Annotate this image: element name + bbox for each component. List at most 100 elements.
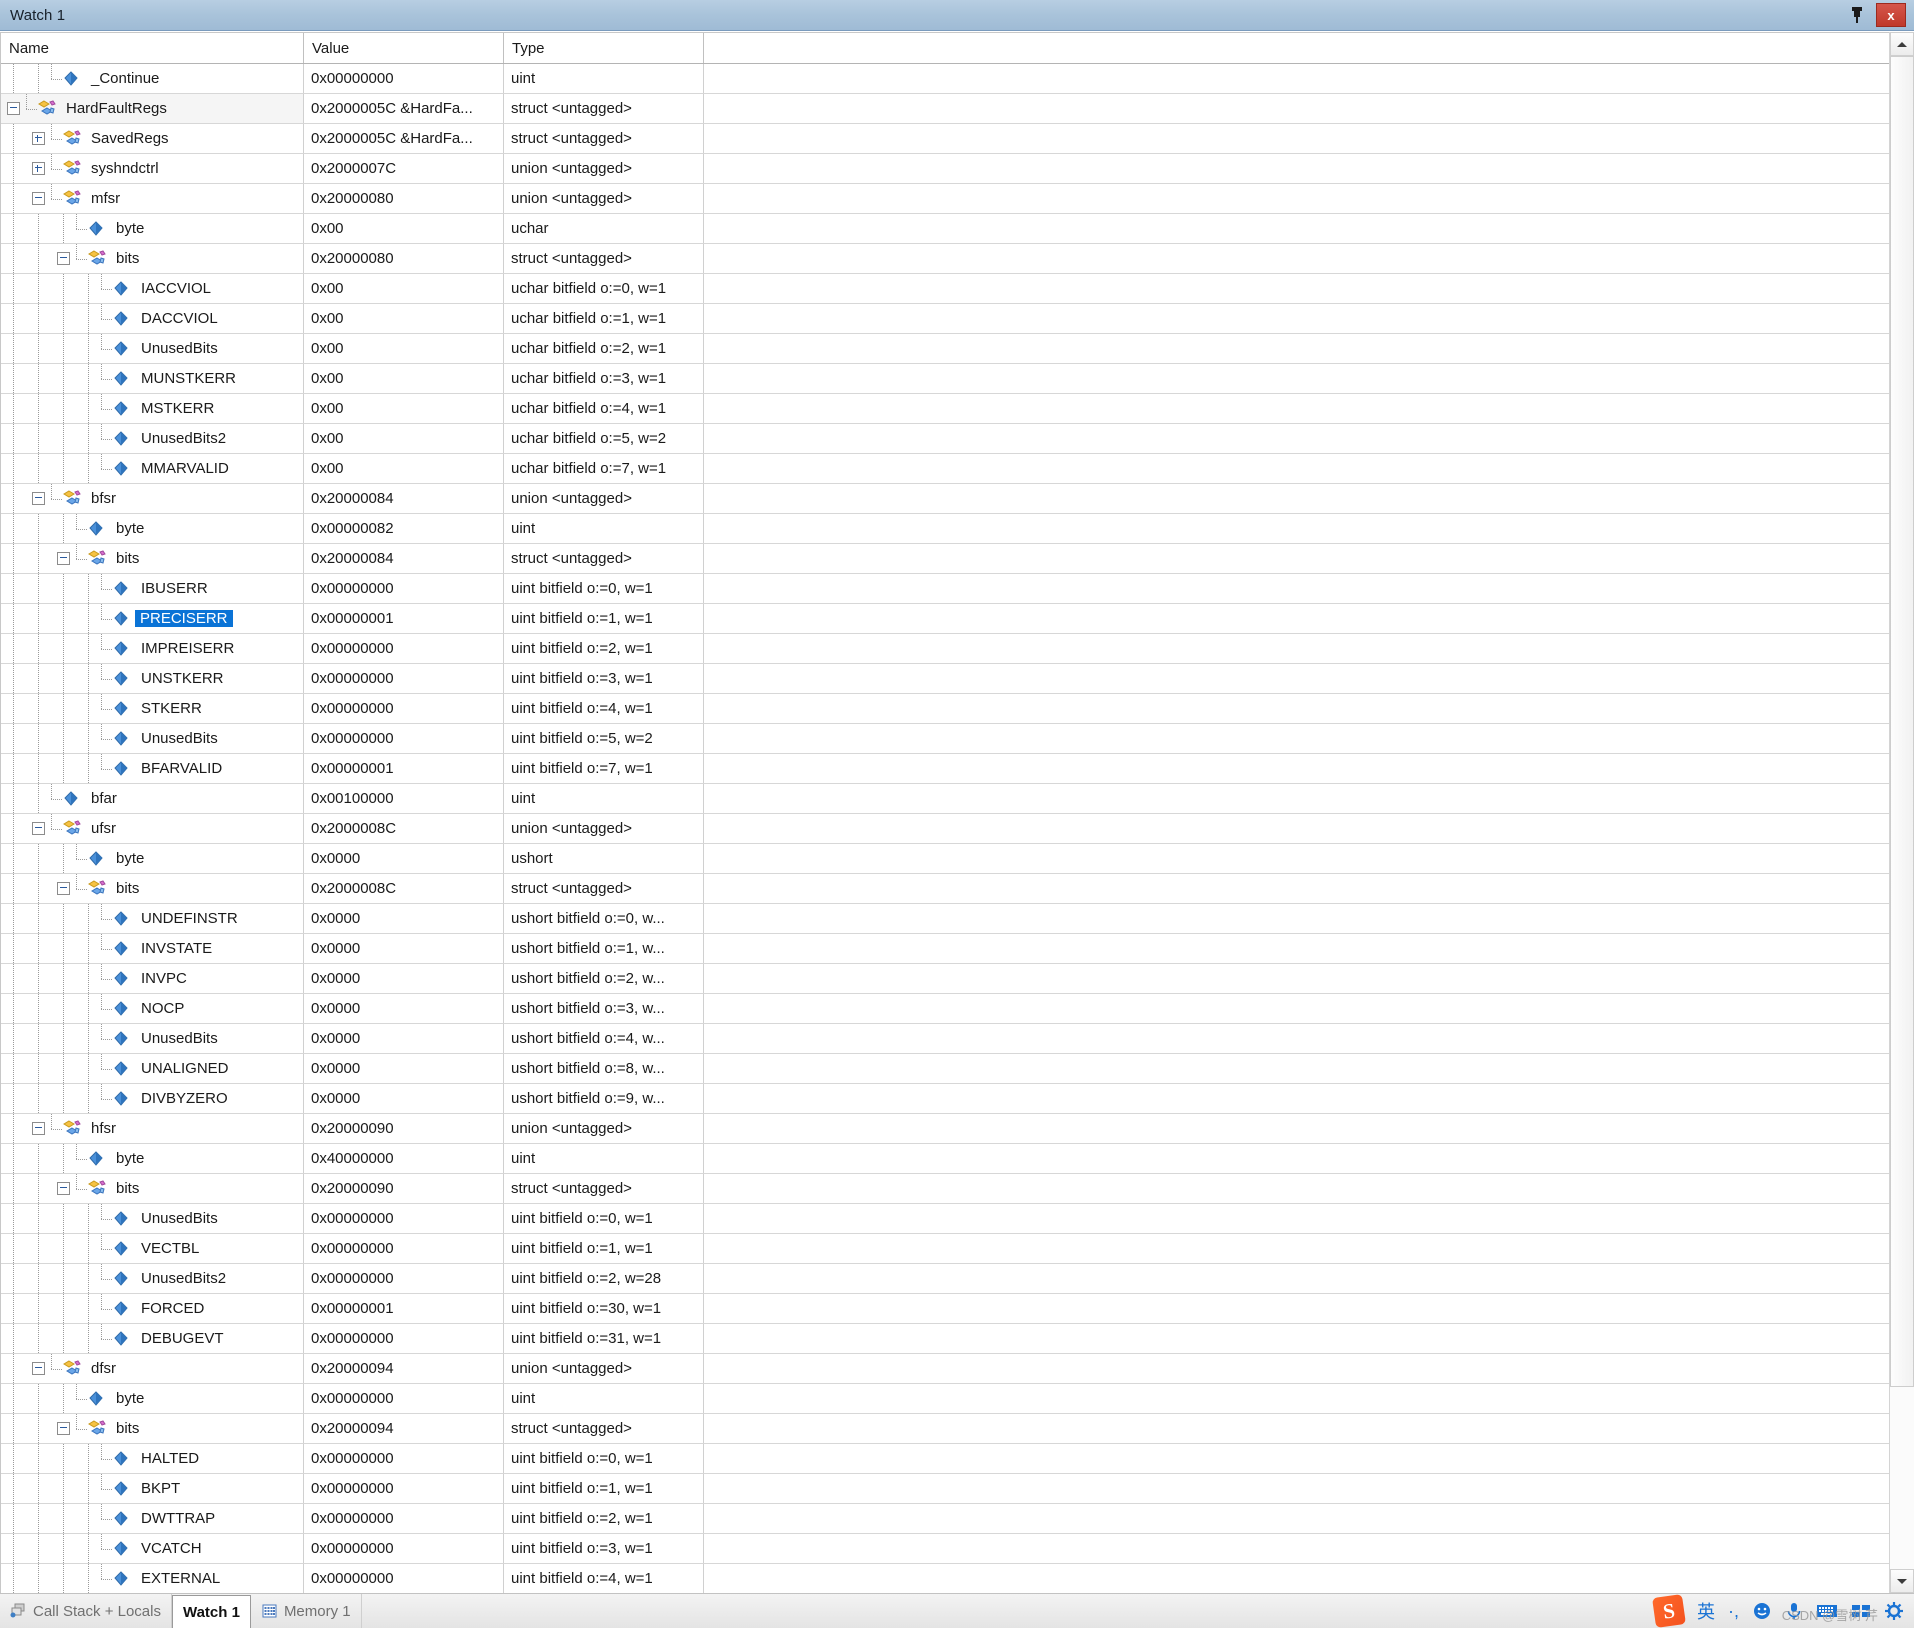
cell-name[interactable]: IACCVIOL xyxy=(1,274,304,303)
table-row[interactable]: UnusedBits 0x00000000 uint bitfield o:=0, … xyxy=(1,1204,1889,1234)
collapse-toggle-icon[interactable] xyxy=(26,1354,51,1383)
cell-name[interactable]: HALTED xyxy=(1,1444,304,1473)
table-row[interactable]: HardFaultRegs 0x2000005C &HardFa... struct… xyxy=(1,94,1889,124)
cell-value[interactable]: 0x00000000 xyxy=(304,1384,504,1413)
cell-name[interactable]: PRECISERR xyxy=(1,604,304,633)
cell-value[interactable]: 0x00100000 xyxy=(304,784,504,813)
cell-value[interactable]: 0x20000080 xyxy=(304,184,504,213)
cell-value[interactable]: 0x40000000 xyxy=(304,1144,504,1173)
cell-value[interactable]: 0x00000000 xyxy=(304,1444,504,1473)
expand-toggle-icon[interactable] xyxy=(26,124,51,153)
cell-value[interactable]: 0x00000000 xyxy=(304,1564,504,1593)
vertical-scrollbar[interactable] xyxy=(1889,32,1914,1593)
scroll-up-button[interactable] xyxy=(1890,32,1914,56)
table-row[interactable]: FORCED 0x00000001 uint bitfield o:=30, w=1 xyxy=(1,1294,1889,1324)
cell-name[interactable]: HardFaultRegs xyxy=(1,94,304,123)
collapse-toggle-icon[interactable] xyxy=(51,544,76,573)
cell-name[interactable]: mfsr xyxy=(1,184,304,213)
table-row[interactable]: IACCVIOL 0x00 uchar bitfield o:=0, w=1 xyxy=(1,274,1889,304)
cell-name[interactable]: IMPREISERR xyxy=(1,634,304,663)
table-row[interactable]: UNSTKERR 0x00000000 uint bitfield o:=3, w=… xyxy=(1,664,1889,694)
cell-value[interactable]: 0x00000001 xyxy=(304,1294,504,1323)
cell-name[interactable]: bfar xyxy=(1,784,304,813)
table-row[interactable]: DIVBYZERO 0x0000 ushort bitfield o:=9, w..… xyxy=(1,1084,1889,1114)
ime-punctuation-icon[interactable]: ·, xyxy=(1728,1601,1739,1622)
table-row[interactable]: MSTKERR 0x00 uchar bitfield o:=4, w=1 xyxy=(1,394,1889,424)
table-row[interactable]: INVPC 0x0000 ushort bitfield o:=2, w... xyxy=(1,964,1889,994)
table-row[interactable]: byte 0x00 uchar xyxy=(1,214,1889,244)
cell-name[interactable]: MSTKERR xyxy=(1,394,304,423)
cell-name[interactable]: DEBUGEVT xyxy=(1,1324,304,1353)
expand-toggle-icon[interactable] xyxy=(26,154,51,183)
cell-name[interactable]: UnusedBits2 xyxy=(1,424,304,453)
cell-value[interactable]: 0x20000094 xyxy=(304,1354,504,1383)
ime-keyboard-icon[interactable] xyxy=(1816,1603,1838,1619)
cell-name[interactable]: ufsr xyxy=(1,814,304,843)
table-row[interactable]: DWTTRAP 0x00000000 uint bitfield o:=2, w=1 xyxy=(1,1504,1889,1534)
cell-name[interactable]: UNDEFINSTR xyxy=(1,904,304,933)
cell-value[interactable]: 0x20000090 xyxy=(304,1114,504,1143)
table-row[interactable]: NOCP 0x0000 ushort bitfield o:=3, w... xyxy=(1,994,1889,1024)
cell-value[interactable]: 0x00 xyxy=(304,304,504,333)
cell-value[interactable]: 0x00000000 xyxy=(304,1204,504,1233)
ime-language-icon[interactable]: 英 xyxy=(1697,1598,1715,1624)
collapse-toggle-icon[interactable] xyxy=(26,184,51,213)
close-icon[interactable]: x xyxy=(1876,3,1906,27)
table-row[interactable]: bits 0x2000008C struct <untagged> xyxy=(1,874,1889,904)
cell-name[interactable]: FORCED xyxy=(1,1294,304,1323)
cell-name[interactable]: VCATCH xyxy=(1,1534,304,1563)
cell-value[interactable]: 0x20000090 xyxy=(304,1174,504,1203)
table-row[interactable]: bits 0x20000090 struct <untagged> xyxy=(1,1174,1889,1204)
column-header-name[interactable]: Name xyxy=(1,33,304,63)
cell-value[interactable]: 0x00 xyxy=(304,214,504,243)
cell-value[interactable]: 0x00000082 xyxy=(304,514,504,543)
cell-name[interactable]: INVSTATE xyxy=(1,934,304,963)
collapse-toggle-icon[interactable] xyxy=(26,814,51,843)
cell-value[interactable]: 0x20000084 xyxy=(304,484,504,513)
cell-name[interactable]: DWTTRAP xyxy=(1,1504,304,1533)
cell-value[interactable]: 0x00 xyxy=(304,394,504,423)
collapse-toggle-icon[interactable] xyxy=(26,484,51,513)
cell-name[interactable]: UnusedBits2 xyxy=(1,1264,304,1293)
table-row[interactable]: BKPT 0x00000000 uint bitfield o:=1, w=1 xyxy=(1,1474,1889,1504)
table-row[interactable]: IBUSERR 0x00000000 uint bitfield o:=0, w=1 xyxy=(1,574,1889,604)
table-row[interactable]: UNDEFINSTR 0x0000 ushort bitfield o:=0, w.… xyxy=(1,904,1889,934)
cell-name[interactable]: bits xyxy=(1,1414,304,1443)
cell-name[interactable]: IBUSERR xyxy=(1,574,304,603)
table-row[interactable]: EXTERNAL 0x00000000 uint bitfield o:=4, w=… xyxy=(1,1564,1889,1593)
table-row[interactable]: byte 0x40000000 uint xyxy=(1,1144,1889,1174)
table-row[interactable]: INVSTATE 0x0000 ushort bitfield o:=1, w... xyxy=(1,934,1889,964)
scrollbar-track[interactable] xyxy=(1890,56,1914,1569)
table-row[interactable]: STKERR 0x00000000 uint bitfield o:=4, w=1 xyxy=(1,694,1889,724)
table-row[interactable]: BFARVALID 0x00000001 uint bitfield o:=7, w… xyxy=(1,754,1889,784)
cell-value[interactable]: 0x2000005C &HardFa... xyxy=(304,124,504,153)
cell-name[interactable]: VECTBL xyxy=(1,1234,304,1263)
collapse-toggle-icon[interactable] xyxy=(26,1114,51,1143)
table-row[interactable]: UnusedBits2 0x00000000 uint bitfield o:=2,… xyxy=(1,1264,1889,1294)
cell-name[interactable]: byte xyxy=(1,1144,304,1173)
cell-value[interactable]: 0x0000 xyxy=(304,934,504,963)
pin-icon[interactable] xyxy=(1844,4,1870,26)
table-row[interactable]: DEBUGEVT 0x00000000 uint bitfield o:=31, w… xyxy=(1,1324,1889,1354)
cell-name[interactable]: bits xyxy=(1,1174,304,1203)
cell-name[interactable]: UNSTKERR xyxy=(1,664,304,693)
collapse-toggle-icon[interactable] xyxy=(51,244,76,273)
table-row[interactable]: bits 0x20000084 struct <untagged> xyxy=(1,544,1889,574)
table-row[interactable]: hfsr 0x20000090 union <untagged> xyxy=(1,1114,1889,1144)
cell-name[interactable]: bits xyxy=(1,544,304,573)
table-row[interactable]: UnusedBits 0x00000000 uint bitfield o:=5, … xyxy=(1,724,1889,754)
cell-name[interactable]: byte xyxy=(1,1384,304,1413)
table-row[interactable]: dfsr 0x20000094 union <untagged> xyxy=(1,1354,1889,1384)
cell-value[interactable]: 0x2000008C xyxy=(304,874,504,903)
cell-name[interactable]: INVPC xyxy=(1,964,304,993)
table-row[interactable]: bfsr 0x20000084 union <untagged> xyxy=(1,484,1889,514)
cell-name[interactable]: MMARVALID xyxy=(1,454,304,483)
column-header-value[interactable]: Value xyxy=(304,33,504,63)
ime-toolbar[interactable]: S 英 ·, xyxy=(1652,1594,1908,1628)
cell-value[interactable]: 0x00000001 xyxy=(304,754,504,783)
scrollbar-thumb[interactable] xyxy=(1890,56,1914,1388)
table-row[interactable]: byte 0x0000 ushort xyxy=(1,844,1889,874)
cell-value[interactable]: 0x00000000 xyxy=(304,1264,504,1293)
table-row[interactable]: MUNSTKERR 0x00 uchar bitfield o:=3, w=1 xyxy=(1,364,1889,394)
ime-toolbox-icon[interactable] xyxy=(1851,1603,1871,1619)
